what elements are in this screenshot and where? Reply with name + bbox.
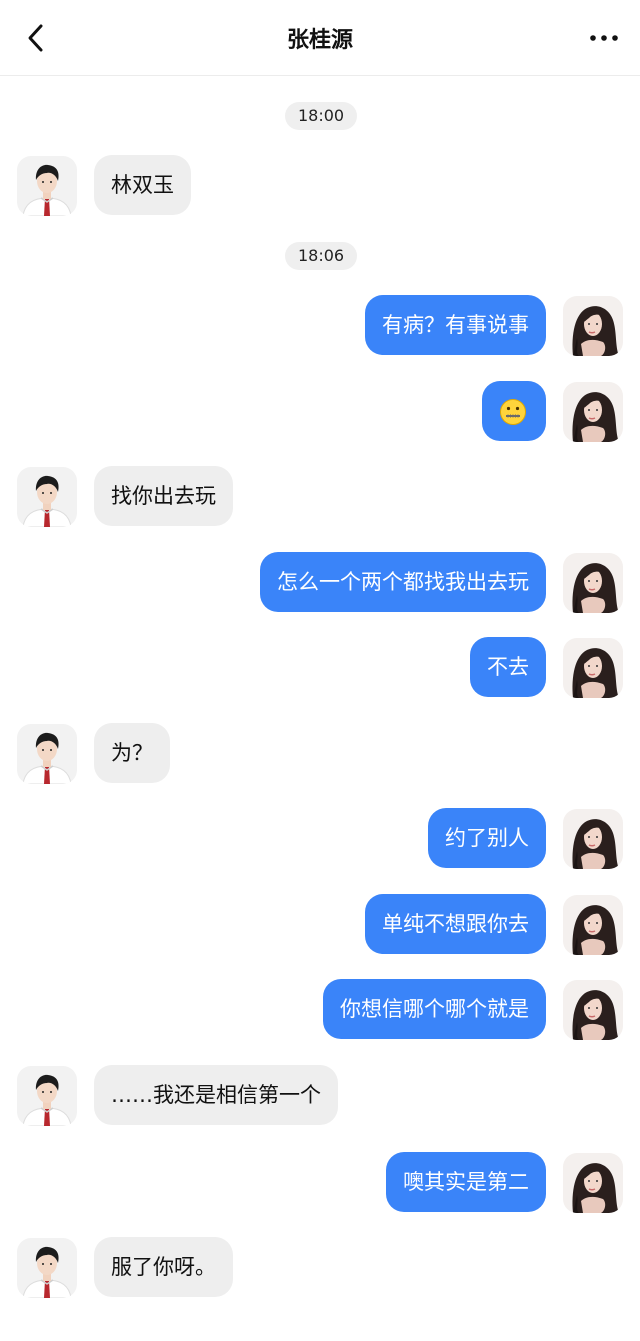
avatar[interactable]	[17, 1238, 77, 1298]
message-bubble[interactable]: 服了你呀。	[94, 1237, 233, 1297]
message-bubble[interactable]: 约了别人	[428, 808, 546, 868]
message-row: 不去	[0, 637, 640, 699]
message-bubble[interactable]: 你想信哪个哪个就是	[323, 979, 546, 1039]
message-bubble[interactable]: 噢其实是第二	[386, 1152, 546, 1212]
zipper-mouth-face-emoji	[500, 399, 526, 425]
avatar[interactable]	[563, 809, 623, 869]
message-bubble[interactable]: ……我还是相信第一个	[94, 1065, 338, 1125]
avatar[interactable]	[563, 980, 623, 1040]
avatar[interactable]	[563, 296, 623, 356]
message-bubble[interactable]: 不去	[470, 637, 546, 697]
message-row: 单纯不想跟你去	[0, 894, 640, 956]
timestamp: 18:00	[285, 102, 358, 130]
message-bubble[interactable]	[482, 381, 546, 441]
message-row: 约了别人	[0, 808, 640, 870]
message-row: 林双玉	[0, 155, 640, 217]
message-row	[0, 381, 640, 443]
message-bubble[interactable]: 为？	[94, 723, 170, 783]
timestamp: 18:06	[285, 242, 358, 270]
message-row: 找你出去玩	[0, 466, 640, 528]
message-bubble[interactable]: 找你出去玩	[94, 466, 233, 526]
message-list[interactable]: 18:00 林双玉 18:06 有病？有事说事 找你出去玩 怎么一个两个都找我出…	[0, 76, 640, 1341]
chat-title: 张桂源	[286, 27, 353, 53]
message-bubble[interactable]: 林双玉	[94, 155, 191, 215]
message-bubble[interactable]: 怎么一个两个都找我出去玩	[260, 552, 546, 612]
message-row: 为？	[0, 723, 640, 785]
message-bubble[interactable]: 单纯不想跟你去	[365, 894, 546, 954]
chat-header: 张桂源	[0, 0, 640, 76]
more-button[interactable]	[584, 22, 624, 54]
more-horizontal-icon	[590, 35, 618, 41]
message-row: 怎么一个两个都找我出去玩	[0, 552, 640, 614]
avatar[interactable]	[17, 467, 77, 527]
message-row: 有病？有事说事	[0, 295, 640, 357]
message-row: ……我还是相信第一个	[0, 1065, 640, 1127]
avatar[interactable]	[17, 156, 77, 216]
message-row: 噢其实是第二	[0, 1152, 640, 1214]
message-bubble[interactable]: 有病？有事说事	[365, 295, 546, 355]
avatar[interactable]	[563, 382, 623, 442]
avatar[interactable]	[563, 895, 623, 955]
message-row: 你想信哪个哪个就是	[0, 979, 640, 1041]
avatar[interactable]	[563, 1153, 623, 1213]
avatar[interactable]	[563, 553, 623, 613]
avatar[interactable]	[17, 1066, 77, 1126]
avatar[interactable]	[563, 638, 623, 698]
avatar[interactable]	[17, 724, 77, 784]
message-row: 服了你呀。	[0, 1237, 640, 1299]
